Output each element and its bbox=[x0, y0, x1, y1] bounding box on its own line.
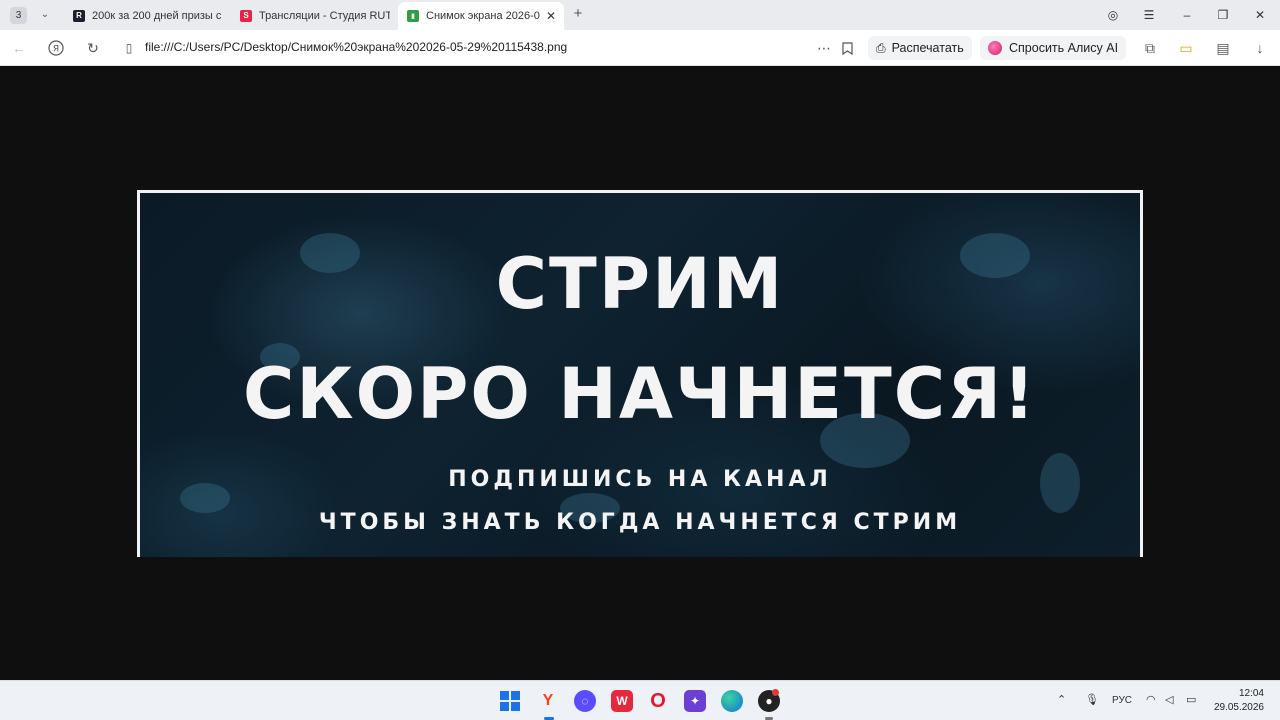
address-toolbar: ← Я ↻ ▯ file:///C:/Users/PC/Desktop/Сним… bbox=[0, 30, 1280, 66]
opera-icon[interactable]: O bbox=[647, 690, 669, 712]
print-button-label: Распечатать bbox=[891, 41, 964, 55]
tab-200k-prizes[interactable]: R 200к за 200 дней призы с bbox=[73, 3, 223, 28]
recording-dot-icon bbox=[772, 689, 779, 696]
banner-title-starting-soon: СКОРО НАЧНЕТСЯ! bbox=[243, 353, 1037, 435]
tab-favicon-icon: R bbox=[73, 9, 85, 22]
tab-favicon-icon: ▮ bbox=[407, 10, 419, 22]
extensions-puzzle-icon[interactable]: ⧉ bbox=[1141, 39, 1159, 57]
tab-counter[interactable]: 3 bbox=[10, 7, 27, 24]
ask-alice-label: Спросить Алису AI bbox=[1009, 41, 1119, 55]
file-page-icon: ▯ bbox=[125, 41, 133, 55]
menu-icon[interactable]: ☰ bbox=[1140, 6, 1158, 24]
edge-icon[interactable] bbox=[721, 690, 743, 712]
tab-title: Трансляции - Студия RUT bbox=[259, 9, 390, 22]
print-button[interactable]: ⎙ Распечатать bbox=[868, 36, 972, 60]
stream-banner-image: СТРИМ СКОРО НАЧНЕТСЯ! ПОДПИШИСЬ НА КАНАЛ… bbox=[137, 190, 1143, 557]
clock-time: 12:04 bbox=[1238, 688, 1264, 699]
tab-screenshot-active[interactable]: ▮ Снимок экрана 2026-0 ✕ bbox=[398, 2, 564, 30]
yandex-logo-icon[interactable]: Я bbox=[47, 39, 65, 57]
tab-studio-translations[interactable]: S Трансляции - Студия RUT bbox=[240, 3, 390, 28]
alice-icon bbox=[988, 41, 1002, 55]
bookmark-icon[interactable] bbox=[838, 39, 856, 57]
messenger-icon[interactable]: ◌ bbox=[574, 690, 596, 712]
svg-text:Я: Я bbox=[53, 45, 59, 55]
battery-icon[interactable]: ▭ bbox=[1186, 693, 1196, 706]
game-app-icon[interactable]: ✦ bbox=[684, 690, 706, 712]
address-field[interactable]: file:///C:/Users/PC/Desktop/Снимок%20экр… bbox=[145, 40, 567, 54]
wps-office-icon[interactable]: W bbox=[611, 690, 633, 712]
tray-chevron-up-icon[interactable]: ⌃ bbox=[1057, 693, 1066, 706]
input-language[interactable]: РУС bbox=[1112, 695, 1132, 706]
new-tab-plus-icon[interactable]: + bbox=[570, 6, 586, 23]
tab-title: 200к за 200 дней призы с bbox=[92, 9, 222, 22]
back-arrow-icon[interactable]: ← bbox=[10, 39, 28, 57]
yandex-shield-icon[interactable]: ◎ bbox=[1104, 6, 1122, 24]
downloads-icon[interactable]: ↓ bbox=[1251, 39, 1269, 57]
banner-subscribe-text: ПОДПИШИСЬ НА КАНАЛ bbox=[448, 467, 832, 492]
microphone-icon[interactable]: 🎙 bbox=[1085, 693, 1099, 706]
tab-bar: 3 ⌄ R 200к за 200 дней призы с S Трансля… bbox=[0, 0, 1280, 30]
reload-icon[interactable]: ↻ bbox=[84, 39, 102, 57]
restore-icon[interactable]: ❐ bbox=[1214, 6, 1232, 24]
collections-icon[interactable]: ▤ bbox=[1214, 39, 1232, 57]
more-dots-icon[interactable]: ⋯ bbox=[815, 39, 833, 57]
clock-date: 29.05.2026 bbox=[1213, 702, 1264, 713]
taskbar: Y ◌ W O ✦ ● ⌃ 🎙 РУС ◠ ◁ ▭ 12:04 29.05.20… bbox=[0, 680, 1280, 720]
close-tab-icon[interactable]: ✕ bbox=[546, 9, 556, 23]
battery-saver-icon[interactable]: ▭ bbox=[1177, 39, 1195, 57]
volume-icon[interactable]: ◁ bbox=[1165, 693, 1173, 706]
tab-title: Снимок экрана 2026-0 bbox=[426, 10, 540, 22]
ask-alice-button[interactable]: Спросить Алису AI bbox=[980, 36, 1127, 60]
tab-list-chevron-icon[interactable]: ⌄ bbox=[38, 7, 52, 21]
banner-notify-text: ЧТОБЫ ЗНАТЬ КОГДА НАЧНЕТСЯ СТРИМ bbox=[318, 510, 962, 535]
close-window-icon[interactable]: ✕ bbox=[1251, 6, 1269, 24]
image-viewer: СТРИМ СКОРО НАЧНЕТСЯ! ПОДПИШИСЬ НА КАНАЛ… bbox=[0, 67, 1280, 680]
tab-favicon-icon: S bbox=[240, 9, 252, 22]
system-clock[interactable]: 12:04 29.05.2026 bbox=[1214, 687, 1264, 715]
printer-icon: ⎙ bbox=[876, 40, 886, 55]
wifi-icon[interactable]: ◠ bbox=[1146, 693, 1156, 706]
windows-start-icon[interactable] bbox=[499, 690, 521, 712]
minimize-icon[interactable]: – bbox=[1178, 6, 1196, 24]
banner-title-stream: СТРИМ bbox=[495, 243, 785, 325]
yandex-browser-icon[interactable]: Y bbox=[537, 690, 559, 712]
